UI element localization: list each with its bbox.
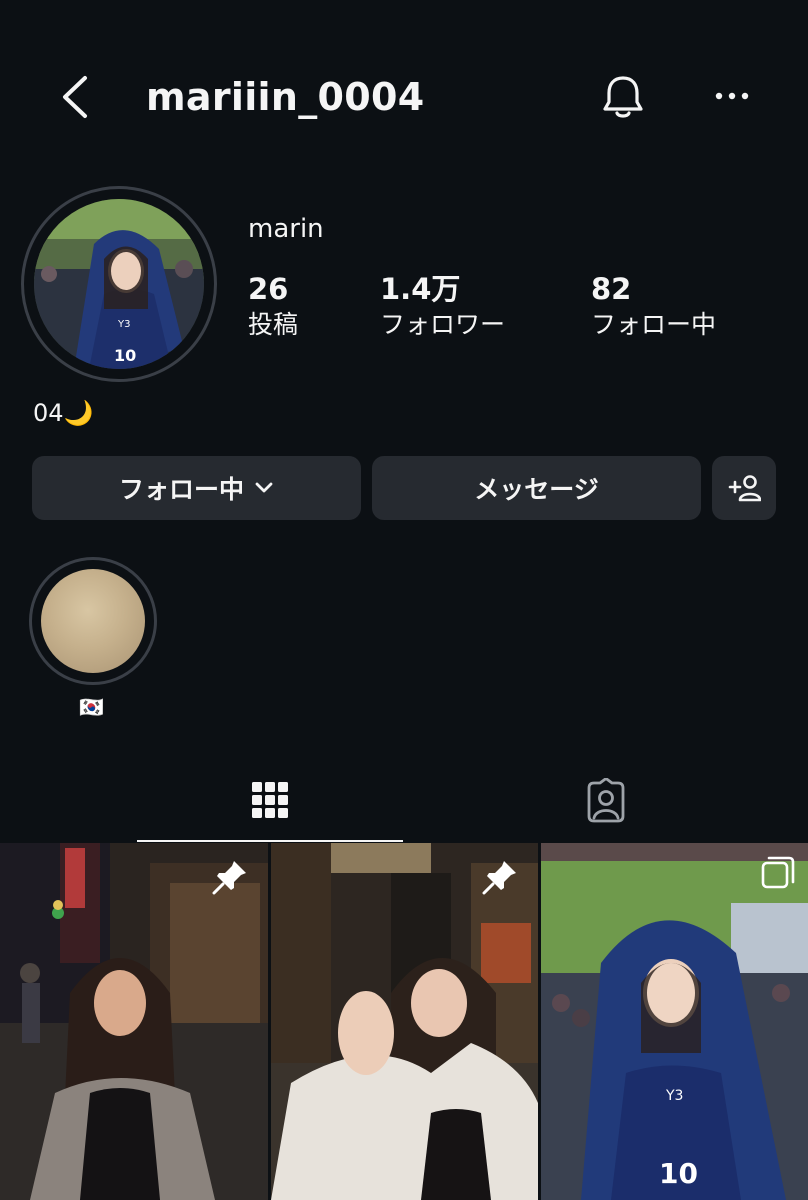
profile-avatar[interactable]: Y3 10	[21, 186, 217, 382]
following-button-label: フォロー中	[118, 475, 244, 504]
grid-icon	[252, 782, 288, 818]
add-person-icon	[728, 475, 761, 502]
pin-icon	[212, 861, 246, 895]
svg-text:Y3: Y3	[665, 1088, 683, 1104]
followers-count-value: 1.4万	[380, 272, 461, 306]
profile-bio: 04🌙	[33, 399, 94, 427]
display-name: marin	[248, 214, 324, 244]
chevron-down-icon	[255, 482, 273, 493]
profile-username: mariiin_0004	[146, 75, 425, 119]
tagged-person-icon	[587, 778, 625, 823]
posts-count-label: 投稿	[248, 310, 299, 339]
svg-text:10: 10	[114, 346, 136, 365]
post-image: Y3 10	[541, 843, 808, 1200]
pin-icon	[482, 861, 516, 895]
posts-count-value: 26	[248, 272, 289, 306]
story-highlight-cover	[41, 569, 145, 673]
suggested-accounts-button[interactable]	[712, 456, 776, 520]
svg-text:10: 10	[659, 1157, 698, 1190]
message-button[interactable]: メッセージ	[372, 456, 701, 520]
message-button-label: メッセージ	[474, 475, 599, 504]
followers-count[interactable]: 1.4万 フォロワー	[380, 270, 505, 342]
more-horizontal-icon[interactable]	[708, 82, 756, 110]
following-count[interactable]: 82 フォロー中	[591, 270, 716, 342]
following-button[interactable]: フォロー中	[32, 456, 361, 520]
posts-count[interactable]: 26 投稿	[248, 270, 298, 342]
following-count-value: 82	[591, 272, 632, 306]
avatar-photo: Y3 10	[34, 199, 204, 369]
tab-posts-grid[interactable]	[137, 760, 403, 842]
multiple-posts-icon	[761, 856, 795, 889]
following-count-label: フォロー中	[591, 310, 717, 339]
post-thumbnail[interactable]	[0, 843, 268, 1200]
chevron-left-icon[interactable]	[55, 72, 99, 122]
story-highlight[interactable]	[29, 557, 157, 685]
bell-icon[interactable]	[598, 72, 648, 122]
svg-text:Y3: Y3	[117, 319, 130, 330]
tab-tagged[interactable]	[473, 760, 739, 842]
followers-count-label: フォロワー	[380, 310, 506, 339]
post-thumbnail[interactable]: Y3 10	[541, 843, 808, 1200]
post-thumbnail[interactable]	[271, 843, 538, 1200]
story-highlight-label: 🇰🇷	[79, 695, 104, 719]
